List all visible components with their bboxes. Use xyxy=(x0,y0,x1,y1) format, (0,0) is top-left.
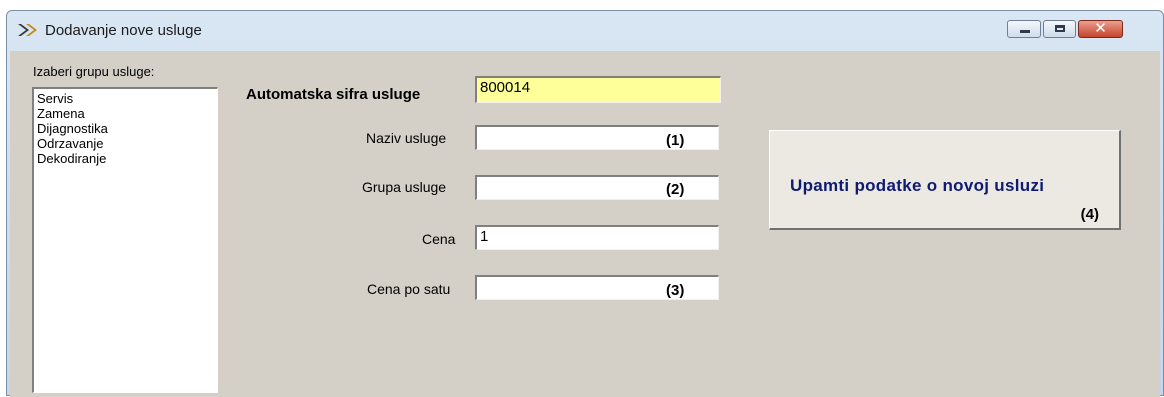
service-name-label: Naziv usluge xyxy=(366,130,447,146)
list-item[interactable]: Zamena xyxy=(37,106,214,121)
maximize-icon xyxy=(1055,25,1065,32)
price-field[interactable]: 1 xyxy=(475,225,719,250)
list-item[interactable]: Servis xyxy=(37,91,214,106)
minimize-button[interactable] xyxy=(1007,20,1041,38)
list-item[interactable]: Dekodiranje xyxy=(37,151,214,166)
maximize-button[interactable] xyxy=(1043,20,1076,38)
close-button[interactable]: ✕ xyxy=(1078,19,1123,38)
tools-icon xyxy=(18,24,37,36)
service-code-field[interactable]: 800014 xyxy=(475,76,721,103)
list-item[interactable]: Dijagnostika xyxy=(37,121,214,136)
minimize-icon xyxy=(1020,30,1030,33)
dialog-client-area: Izaberi grupu usluge: Servis Zamena Dija… xyxy=(10,51,1160,397)
save-button-marker: (4) xyxy=(1080,206,1099,223)
price-label: Cena xyxy=(422,231,456,247)
service-group-listbox[interactable]: Servis Zamena Dijagnostika Odrzavanje De… xyxy=(32,87,218,393)
service-group-marker: (2) xyxy=(666,181,685,198)
hourly-price-label: Cena po satu xyxy=(367,281,451,297)
save-service-button[interactable]: Upamti podatke o novoj usluzi (4) xyxy=(769,130,1121,230)
title-bar[interactable]: Dodavanje nove usluge ✕ xyxy=(7,11,1163,49)
window-title: Dodavanje nove usluge xyxy=(45,22,202,39)
service-group-label: Grupa usluge xyxy=(362,179,447,195)
hourly-price-marker: (3) xyxy=(666,282,685,299)
save-button-label: Upamti podatke o novoj usluzi xyxy=(790,176,1045,195)
close-icon: ✕ xyxy=(1094,19,1107,37)
list-item[interactable]: Odrzavanje xyxy=(37,136,214,151)
dialog-window: Dodavanje nove usluge ✕ Izaberi grupu us… xyxy=(6,10,1164,397)
group-list-label: Izaberi grupu usluge: xyxy=(33,64,155,79)
service-code-label: Automatska sifra usluge xyxy=(246,86,421,103)
service-name-marker: (1) xyxy=(666,132,685,149)
